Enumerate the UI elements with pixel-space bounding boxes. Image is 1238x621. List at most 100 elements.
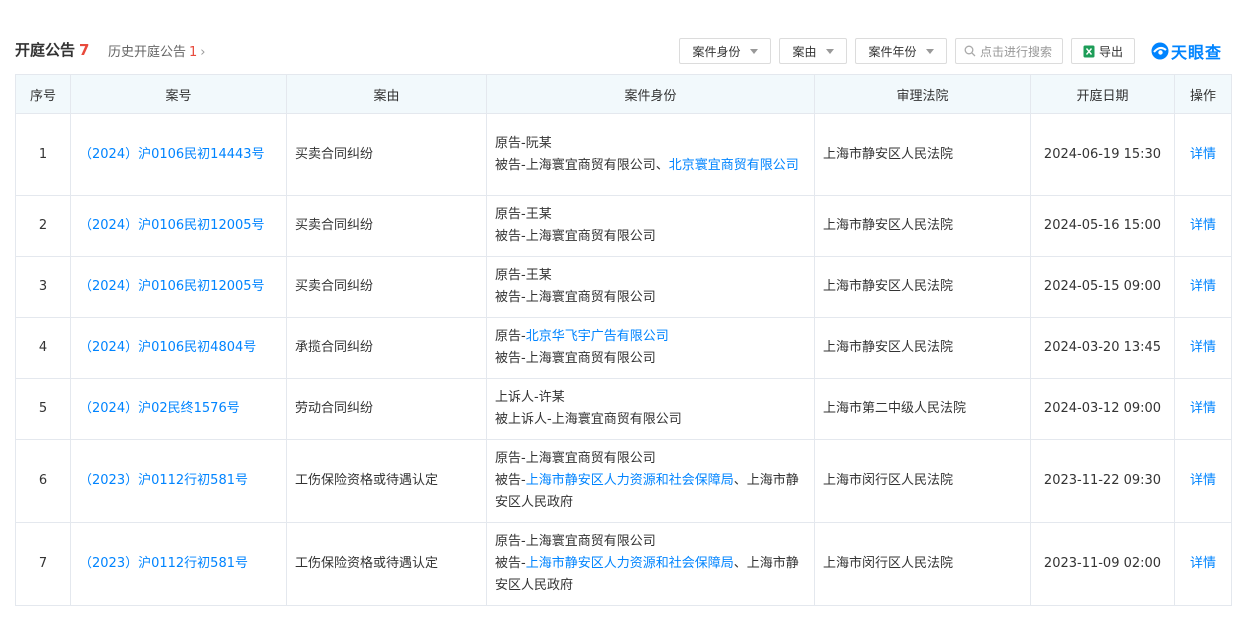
- party-text: 上诉人-许某: [495, 390, 565, 405]
- case-cause-cell: 承揽合同纠纷: [286, 317, 487, 379]
- logo-eye-icon: [1151, 42, 1169, 60]
- detail-link[interactable]: 详情: [1190, 147, 1216, 162]
- history-label: 历史开庭公告: [108, 45, 187, 60]
- case-cause: 工伤保险资格或待遇认定: [295, 473, 439, 488]
- court-notice-table: 序号 案号 案由 案件身份 审理法院 开庭日期 操作 1 （2024）沪0106民…: [15, 74, 1232, 606]
- detail-link[interactable]: 详情: [1190, 401, 1216, 416]
- hearing-date-cell: 2024-05-15 09:00: [1030, 256, 1175, 318]
- parties-cell: 原告-北京华飞宇广告有限公司 被告-上海寰宜商贸有限公司: [486, 317, 815, 379]
- hearing-date-cell: 2024-05-16 15:00: [1030, 195, 1175, 257]
- case-number-link[interactable]: （2024）沪0106民初12005号: [79, 218, 265, 233]
- case-cause: 承揽合同纠纷: [295, 340, 374, 355]
- court-name: 上海市闵行区人民法院: [823, 473, 954, 488]
- caret-down-icon: [925, 48, 934, 54]
- party-line: 原告-北京华飞宇广告有限公司: [495, 326, 806, 348]
- court-name-cell: 上海市闵行区人民法院: [814, 522, 1031, 606]
- tianyancha-logo: 天眼查: [1150, 39, 1222, 63]
- row-index-cell: 1: [15, 113, 71, 196]
- party-line: 被上诉人-上海寰宜商贸有限公司: [495, 409, 806, 431]
- col-header-parties: 案件身份: [486, 74, 815, 114]
- table-row: 5 （2024）沪02民终1576号 劳动合同纠纷 上诉人-许某 被上诉人-上海寰宜商贸…: [15, 378, 1232, 440]
- case-cause-cell: 买卖合同纠纷: [286, 195, 487, 257]
- search-input[interactable]: 点击进行搜索: [955, 38, 1063, 64]
- chevron-right-icon: ›: [200, 45, 206, 60]
- party-text: 原告-: [495, 329, 526, 344]
- case-number-link[interactable]: （2024）沪0106民初4804号: [79, 340, 256, 355]
- party-company-link[interactable]: 北京华飞宇广告有限公司: [526, 329, 669, 344]
- court-name-cell: 上海市静安区人民法院: [814, 317, 1031, 379]
- case-number-link[interactable]: （2024）沪0106民初12005号: [79, 279, 265, 294]
- col-header-action: 操作: [1174, 74, 1232, 114]
- export-label: 导出: [1098, 44, 1123, 59]
- caret-down-icon: [749, 48, 758, 54]
- col-header-cause: 案由: [286, 74, 487, 114]
- filter-case-role[interactable]: 案件身份: [679, 38, 771, 64]
- col-header-court: 审理法院: [814, 74, 1031, 114]
- parties-cell: 原告-上海寰宜商贸有限公司 被告-上海市静安区人力资源和社会保障局、上海市静安区人…: [486, 439, 815, 523]
- search-placeholder: 点击进行搜索: [980, 44, 1053, 59]
- row-index: 6: [38, 473, 48, 488]
- logo-text: 天眼查: [1171, 43, 1223, 62]
- court-name-cell: 上海市静安区人民法院: [814, 256, 1031, 318]
- excel-icon: [1083, 45, 1095, 57]
- detail-link[interactable]: 详情: [1190, 279, 1216, 294]
- case-number-link[interactable]: （2023）沪0112行初581号: [79, 556, 248, 571]
- col-header-index: 序号: [15, 74, 71, 114]
- party-text: 被告-上海寰宜商贸有限公司、: [495, 157, 669, 173]
- search-icon: [964, 45, 976, 57]
- court-name: 上海市闵行区人民法院: [823, 556, 954, 571]
- filter-label: 案件身份: [692, 44, 741, 59]
- party-text: 被上诉人-上海寰宜商贸有限公司: [495, 412, 682, 427]
- caret-down-icon: [825, 48, 834, 54]
- court-name: 上海市静安区人民法院: [823, 146, 954, 162]
- hearing-date: 2024-03-12 09:00: [1043, 401, 1162, 416]
- hearing-date-cell: 2024-06-19 15:30: [1030, 113, 1175, 196]
- filter-cause[interactable]: 案由: [779, 38, 847, 64]
- table-row: 4 （2024）沪0106民初4804号 承揽合同纠纷 原告-北京华飞宇广告有限公司被…: [15, 317, 1232, 379]
- detail-link[interactable]: 详情: [1190, 218, 1216, 233]
- export-button[interactable]: 导出: [1071, 38, 1135, 64]
- court-name-cell: 上海市静安区人民法院: [814, 113, 1031, 196]
- history-link[interactable]: 历史开庭公告 1 ›: [108, 41, 206, 60]
- row-index-cell: 5: [15, 378, 71, 440]
- case-number-link-cell: （2023）沪0112行初581号: [70, 439, 287, 523]
- case-cause: 买卖合同纠纷: [295, 279, 374, 294]
- col-header-date: 开庭日期: [1030, 74, 1175, 114]
- parties-cell: 原告-王某 被告-上海寰宜商贸有限公司: [486, 195, 815, 257]
- detail-link[interactable]: 详情: [1190, 340, 1216, 355]
- party-company-link[interactable]: 北京寰宜商贸有限公司: [669, 158, 799, 173]
- row-index-cell: 4: [15, 317, 71, 379]
- table-row: 7 （2023）沪0112行初581号 工伤保险资格或待遇认定 原告-上海寰宜商贸有限…: [15, 522, 1232, 606]
- hearing-date: 2024-06-19 15:30: [1043, 146, 1162, 162]
- row-index: 4: [38, 340, 48, 355]
- table-header-row: 序号 案号 案由 案件身份 审理法院 开庭日期 操作: [15, 74, 1232, 114]
- detail-link-cell: 详情: [1174, 439, 1232, 523]
- section-title: 开庭公告 7: [15, 39, 89, 60]
- party-company-link[interactable]: 上海市静安区人力资源和社会保障局: [526, 556, 734, 571]
- case-number-link-cell: （2024）沪0106民初12005号: [70, 256, 287, 318]
- case-number-link[interactable]: （2024）沪02民终1576号: [79, 401, 240, 416]
- party-line: 被告-上海寰宜商贸有限公司: [495, 226, 806, 248]
- case-number-link[interactable]: （2024）沪0106民初14443号: [79, 147, 265, 162]
- hearing-date: 2024-05-16 15:00: [1043, 218, 1162, 233]
- party-company-link[interactable]: 上海市静安区人力资源和社会保障局: [526, 473, 734, 488]
- title-text: 开庭公告: [15, 41, 76, 59]
- case-number-link[interactable]: （2023）沪0112行初581号: [79, 473, 248, 488]
- party-line: 被告-上海市静安区人力资源和社会保障局、上海市静安区人民政府: [495, 553, 806, 597]
- hearing-date: 2023-11-09 02:00: [1043, 556, 1162, 571]
- party-line: 被告-上海寰宜商贸有限公司: [495, 287, 806, 309]
- party-line: 被告-上海市静安区人力资源和社会保障局、上海市静安区人民政府: [495, 470, 806, 514]
- table-row: 6 （2023）沪0112行初581号 工伤保险资格或待遇认定 原告-上海寰宜商贸有限…: [15, 439, 1232, 523]
- court-name-cell: 上海市闵行区人民法院: [814, 439, 1031, 523]
- detail-link[interactable]: 详情: [1190, 473, 1216, 488]
- party-text: 原告-阮某: [495, 135, 552, 151]
- filter-year[interactable]: 案件年份: [855, 38, 947, 64]
- detail-link[interactable]: 详情: [1190, 556, 1216, 571]
- party-text: 被告-: [495, 556, 526, 571]
- court-name: 上海市静安区人民法院: [823, 340, 954, 355]
- case-number-link-cell: （2023）沪0112行初581号: [70, 522, 287, 606]
- filter-label: 案由: [792, 44, 817, 59]
- party-line: 原告-上海寰宜商贸有限公司: [495, 531, 806, 553]
- party-line: 被告-上海寰宜商贸有限公司: [495, 348, 806, 370]
- col-header-case-no: 案号: [70, 74, 287, 114]
